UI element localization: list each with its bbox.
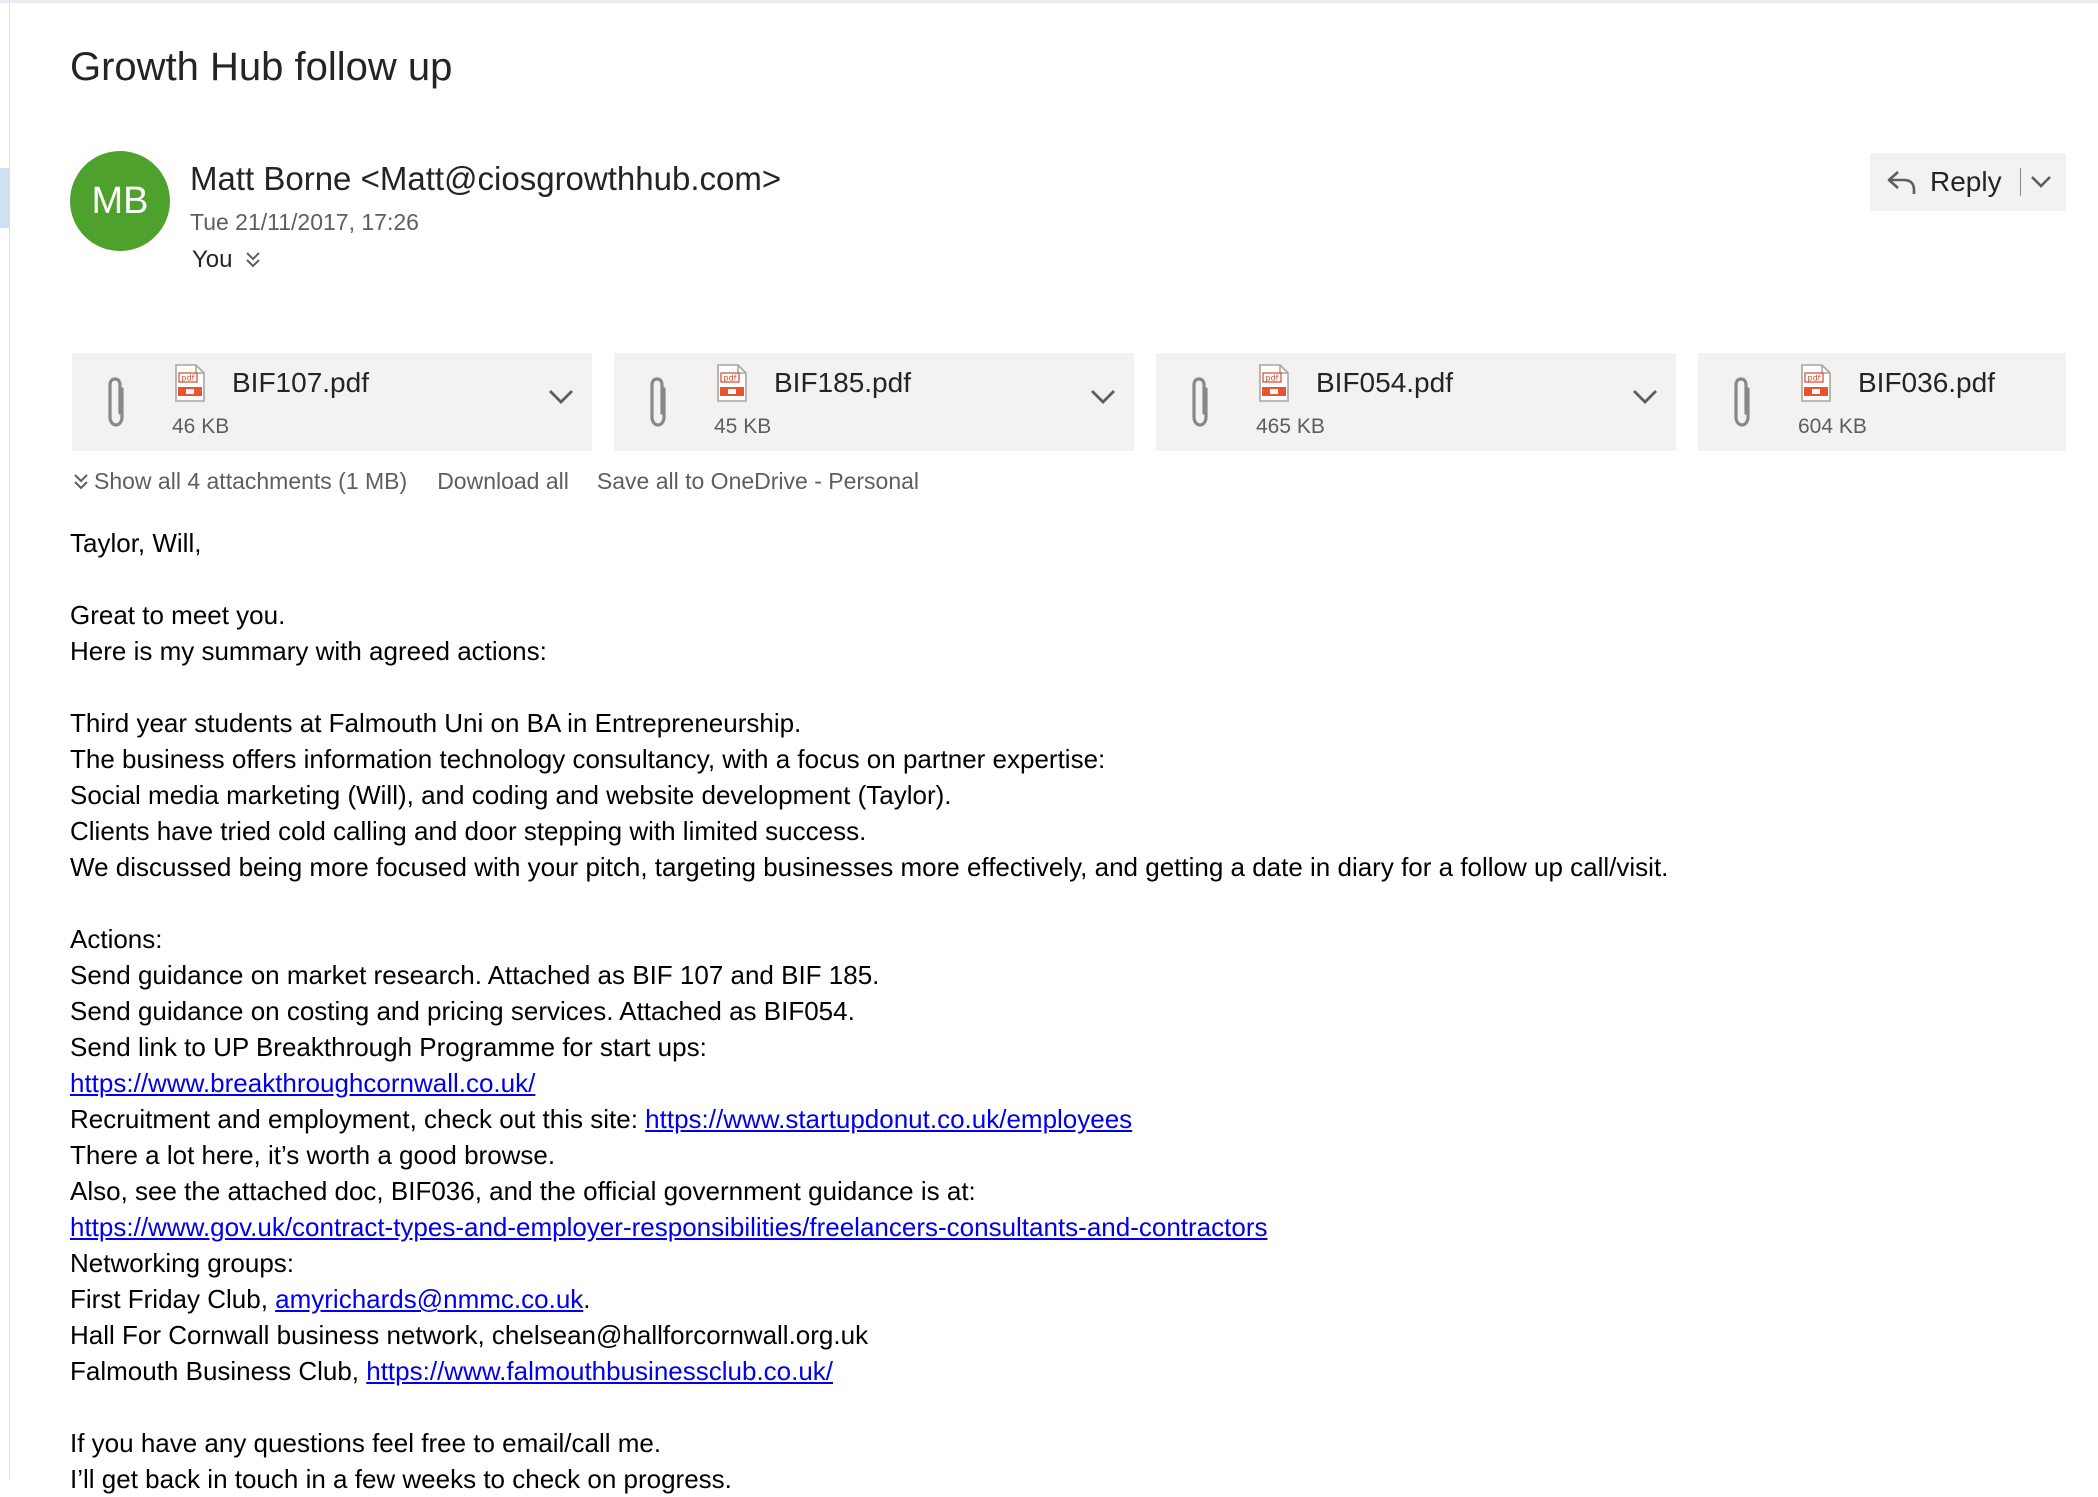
body-line: I’ll get back in touch in a few weeks to… [70,1464,732,1494]
body-line: There a lot here, it’s worth a good brow… [70,1140,556,1170]
actions-heading: Actions: [70,924,163,954]
attachment-filesize: 46 KB [172,415,230,438]
message-subject: Growth Hub follow up [70,45,453,89]
selected-message-indicator [0,168,9,228]
body-text: . [583,1284,591,1314]
body-text: Falmouth Business Club, [70,1356,367,1386]
chevron-down-icon [2030,176,2051,188]
body-line: Third year students at Falmouth Uni on B… [70,708,802,738]
svg-text:pdf: pdf [1808,374,1821,383]
attachment-card[interactable]: pdf BIF185.pdf 45 KB [614,353,1134,451]
reply-label: Reply [1930,166,2002,197]
attachment-card[interactable]: pdf BIF054.pdf 465 KB [1156,353,1676,451]
body-line: First Friday Club, amyrichards@nmmc.co.u… [70,1281,2030,1317]
body-line: Also, see the attached doc, BIF036, and … [70,1176,976,1206]
body-line: Great to meet you. [70,600,286,630]
pdf-file-icon: pdf [717,364,747,402]
svg-text:pdf: pdf [724,374,737,383]
body-line: We discussed being more focused with you… [70,852,1669,882]
amy-email-link[interactable]: amyrichards@nmmc.co.uk [275,1284,583,1314]
body-line: Social media marketing (Will), and codin… [70,780,952,810]
body-text: Recruitment and employment, check out th… [70,1104,646,1134]
paperclip-icon [1734,377,1750,427]
reply-button[interactable]: Reply [1870,153,2002,211]
show-all-attachments-link[interactable]: Show all 4 attachments (1 MB) [72,468,407,495]
svg-text:pdf: pdf [1266,374,1279,383]
sender-avatar[interactable]: MB [70,151,170,251]
expand-recipients-icon[interactable] [245,250,261,270]
attachment-filesize: 465 KB [1256,415,1325,438]
body-line: Send guidance on market research. Attach… [70,960,880,990]
attachment-filename: BIF107.pdf [232,367,369,398]
message-date: Tue 21/11/2017, 17:26 [190,209,419,235]
gov-guidance-link[interactable]: https://www.gov.uk/contract-types-and-em… [70,1212,1267,1242]
recipient-you: You [192,246,233,273]
attachment-actions-bar: Show all 4 attachments (1 MB) Download a… [72,468,919,495]
body-line: https://www.breakthroughcornwall.co.uk/ [70,1065,2030,1101]
attachment-options-chevron-icon[interactable] [1090,389,1116,405]
body-line: If you have any questions feel free to e… [70,1428,662,1458]
attachment-filename: BIF054.pdf [1316,367,1453,398]
networking-heading: Networking groups: [70,1248,294,1278]
attachment-options-chevron-icon[interactable] [1632,389,1658,405]
save-to-onedrive-link[interactable]: Save all to OneDrive - Personal [597,468,919,495]
recipients-line[interactable]: You [192,246,261,274]
falmouth-club-link[interactable]: https://www.falmouthbusinessclub.co.uk/ [366,1356,833,1386]
body-line: Here is my summary with agreed actions: [70,636,547,666]
attachment-filesize: 45 KB [714,415,772,438]
pdf-file-icon: pdf [1801,364,1831,402]
startupdonut-link[interactable]: https://www.startupdonut.co.uk/employees [645,1104,1132,1134]
body-line: Send link to UP Breakthrough Programme f… [70,1032,707,1062]
reply-options-dropdown[interactable] [2021,153,2061,211]
paperclip-icon [108,377,124,427]
message-reading-pane: Growth Hub follow up MB Matt Borne <Matt… [0,0,2098,1494]
attachment-filename: BIF185.pdf [774,367,911,398]
body-line: Hall For Cornwall business network, chel… [70,1320,869,1350]
expand-double-chevron-icon [74,473,88,489]
pdf-file-icon: pdf [1259,364,1289,402]
body-line: The business offers information technolo… [70,744,1106,774]
message-body: Taylor, Will, Great to meet you. Here is… [70,525,2030,1497]
show-all-label: Show all 4 attachments (1 MB) [94,468,408,494]
body-line: Send guidance on costing and pricing ser… [70,996,855,1026]
reply-control: Reply [1870,153,2066,211]
paperclip-icon [650,377,666,427]
pdf-file-icon: pdf [175,364,205,402]
body-line: Recruitment and employment, check out th… [70,1101,2030,1137]
reply-arrow-icon [1887,171,1916,194]
body-greeting: Taylor, Will, [70,528,202,558]
body-line: https://www.gov.uk/contract-types-and-em… [70,1209,2030,1245]
attachment-card[interactable]: pdf BIF036.pdf 604 KB [1698,353,2066,451]
body-line: Falmouth Business Club, https://www.falm… [70,1353,2030,1389]
body-text: First Friday Club, [70,1284,276,1314]
download-all-link[interactable]: Download all [437,468,569,495]
body-line: Clients have tried cold calling and door… [70,816,867,846]
attachment-filesize: 604 KB [1798,415,1867,438]
attachment-options-chevron-icon[interactable] [548,389,574,405]
paperclip-icon [1192,377,1208,427]
breakthrough-link[interactable]: https://www.breakthroughcornwall.co.uk/ [70,1068,535,1098]
attachment-card[interactable]: pdf BIF107.pdf 46 KB [72,353,592,451]
svg-text:pdf: pdf [182,374,195,383]
sender-name[interactable]: Matt Borne <Matt@ciosgrowthhub.com> [190,160,781,198]
attachment-filename: BIF036.pdf [1858,367,1995,398]
message-list-edge [0,3,10,1479]
